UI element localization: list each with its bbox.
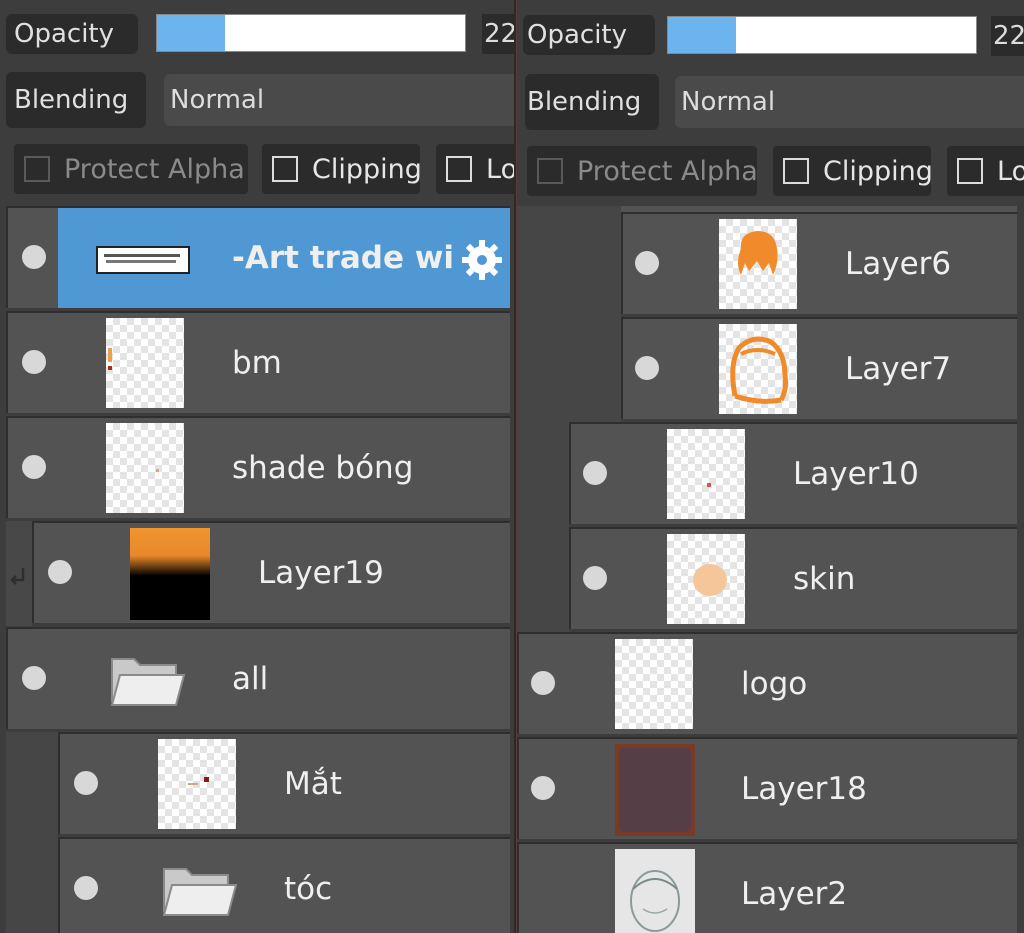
layer-row-layer18[interactable]: Layer18	[517, 737, 1017, 839]
clipping-label: Clipping	[823, 155, 931, 187]
folder-icon	[162, 868, 238, 916]
visibility-dot-icon[interactable]	[635, 251, 659, 275]
layer-name: Layer6	[845, 246, 952, 282]
blending-select[interactable]: Normal	[164, 74, 514, 126]
layer-name: logo	[741, 666, 808, 702]
clipping-box	[272, 156, 298, 182]
visibility-dot-icon[interactable]	[531, 776, 555, 800]
layer-thumbnail	[719, 219, 797, 309]
layer-thumbnail	[106, 318, 184, 408]
layer-row-layer2[interactable]: Layer2	[517, 842, 1017, 933]
opacity-label: Opacity	[523, 15, 655, 55]
layer-name: skin	[793, 561, 856, 597]
blending-select[interactable]: Normal	[675, 76, 1024, 128]
layer-thumbnail	[667, 534, 745, 624]
layer-name: shade bóng	[232, 450, 414, 486]
layer-row-shade[interactable]: shade bóng	[6, 416, 510, 518]
layer-thumbnail	[106, 423, 184, 513]
layer-name: all	[232, 661, 269, 697]
opacity-slider[interactable]	[156, 14, 466, 52]
lock-box	[957, 158, 983, 184]
visibility-dot-icon[interactable]	[74, 771, 98, 795]
visibility-dot-icon[interactable]	[583, 461, 607, 485]
clipping-label: Clipping	[312, 153, 420, 185]
clipping-box	[783, 158, 809, 184]
opacity-value[interactable]: 22	[482, 14, 514, 54]
layer-thumbnail	[158, 739, 236, 829]
layer-row-skin[interactable]: skin	[569, 527, 1017, 629]
opacity-slider[interactable]	[667, 16, 977, 54]
layer-thumbnail	[130, 528, 210, 620]
lock-label: Lo	[997, 155, 1024, 187]
protect-alpha-label: Protect Alpha	[577, 155, 757, 187]
layer-row-layer6[interactable]: Layer6	[621, 212, 1017, 314]
opacity-value[interactable]: 22	[991, 16, 1024, 56]
layer-name: tóc	[284, 871, 333, 907]
lock-checkbox[interactable]: Lo	[947, 146, 1024, 196]
layers-panel-right: Opacity 22 Blending Normal Protect Alpha…	[516, 0, 1024, 933]
layer-thumbnail	[615, 849, 695, 933]
protect-alpha-checkbox[interactable]: Protect Alpha	[14, 144, 248, 194]
layer-name: Layer18	[741, 771, 867, 807]
blending-label: Blending	[525, 74, 659, 130]
clip-arrow-icon	[10, 568, 25, 585]
folder-indent	[6, 732, 58, 933]
layer-row-art-trade[interactable]: -Art trade wi	[6, 206, 510, 308]
layer-thumbnail	[615, 639, 693, 729]
layers-panel-left: Opacity 22 Blending Normal Protect Alpha…	[0, 0, 514, 933]
folder-icon	[110, 658, 186, 706]
clipping-checkbox[interactable]: Clipping	[262, 144, 420, 194]
layer-row-bm[interactable]: bm	[6, 311, 510, 413]
protect-alpha-box	[24, 156, 50, 182]
lock-label: Lo	[486, 153, 514, 185]
layer-row-layer10[interactable]: Layer10	[569, 422, 1017, 524]
lock-box	[446, 156, 472, 182]
clipping-checkbox[interactable]: Clipping	[773, 146, 931, 196]
layer-row-all-folder[interactable]: all	[6, 627, 510, 729]
layer-name: Layer10	[793, 456, 919, 492]
folder-indent	[517, 422, 569, 632]
blending-label: Blending	[6, 72, 146, 128]
settings-gear-icon[interactable]	[460, 238, 504, 282]
visibility-dot-icon[interactable]	[48, 560, 72, 584]
visibility-dot-icon[interactable]	[22, 666, 46, 690]
layer-thumbnail	[615, 744, 695, 836]
protect-alpha-checkbox[interactable]: Protect Alpha	[527, 146, 757, 196]
layer-name: Mắt	[284, 766, 342, 802]
layer-row-mat[interactable]: Mắt	[58, 732, 510, 834]
layer-thumbnail	[96, 246, 190, 274]
layer-name: bm	[232, 345, 282, 381]
opacity-slider-fill	[157, 15, 225, 51]
layer-name: Layer2	[741, 876, 848, 912]
protect-alpha-box	[537, 158, 563, 184]
layer-thumbnail	[667, 429, 745, 519]
layer-thumbnail	[719, 324, 797, 414]
layer-row-logo[interactable]: logo	[517, 632, 1017, 734]
visibility-dot-icon[interactable]	[22, 350, 46, 374]
layer-row-toc-folder[interactable]: tóc	[58, 837, 510, 933]
layer-name: Layer7	[845, 351, 952, 387]
visibility-dot-icon[interactable]	[635, 356, 659, 380]
visibility-dot-icon[interactable]	[74, 876, 98, 900]
lock-checkbox[interactable]: Lo	[436, 144, 514, 194]
opacity-label: Opacity	[6, 14, 138, 54]
layer-row-layer19[interactable]: Layer19	[32, 521, 510, 623]
protect-alpha-label: Protect Alpha	[64, 153, 245, 185]
layer-name: -Art trade wi	[232, 240, 455, 276]
layer-row-layer7[interactable]: Layer7	[621, 317, 1017, 419]
folder-indent	[517, 206, 621, 422]
layer-name: Layer19	[258, 555, 384, 591]
visibility-dot-icon[interactable]	[22, 245, 46, 269]
visibility-dot-icon[interactable]	[22, 455, 46, 479]
visibility-dot-icon[interactable]	[583, 566, 607, 590]
visibility-dot-icon[interactable]	[531, 671, 555, 695]
opacity-slider-fill	[668, 17, 736, 53]
